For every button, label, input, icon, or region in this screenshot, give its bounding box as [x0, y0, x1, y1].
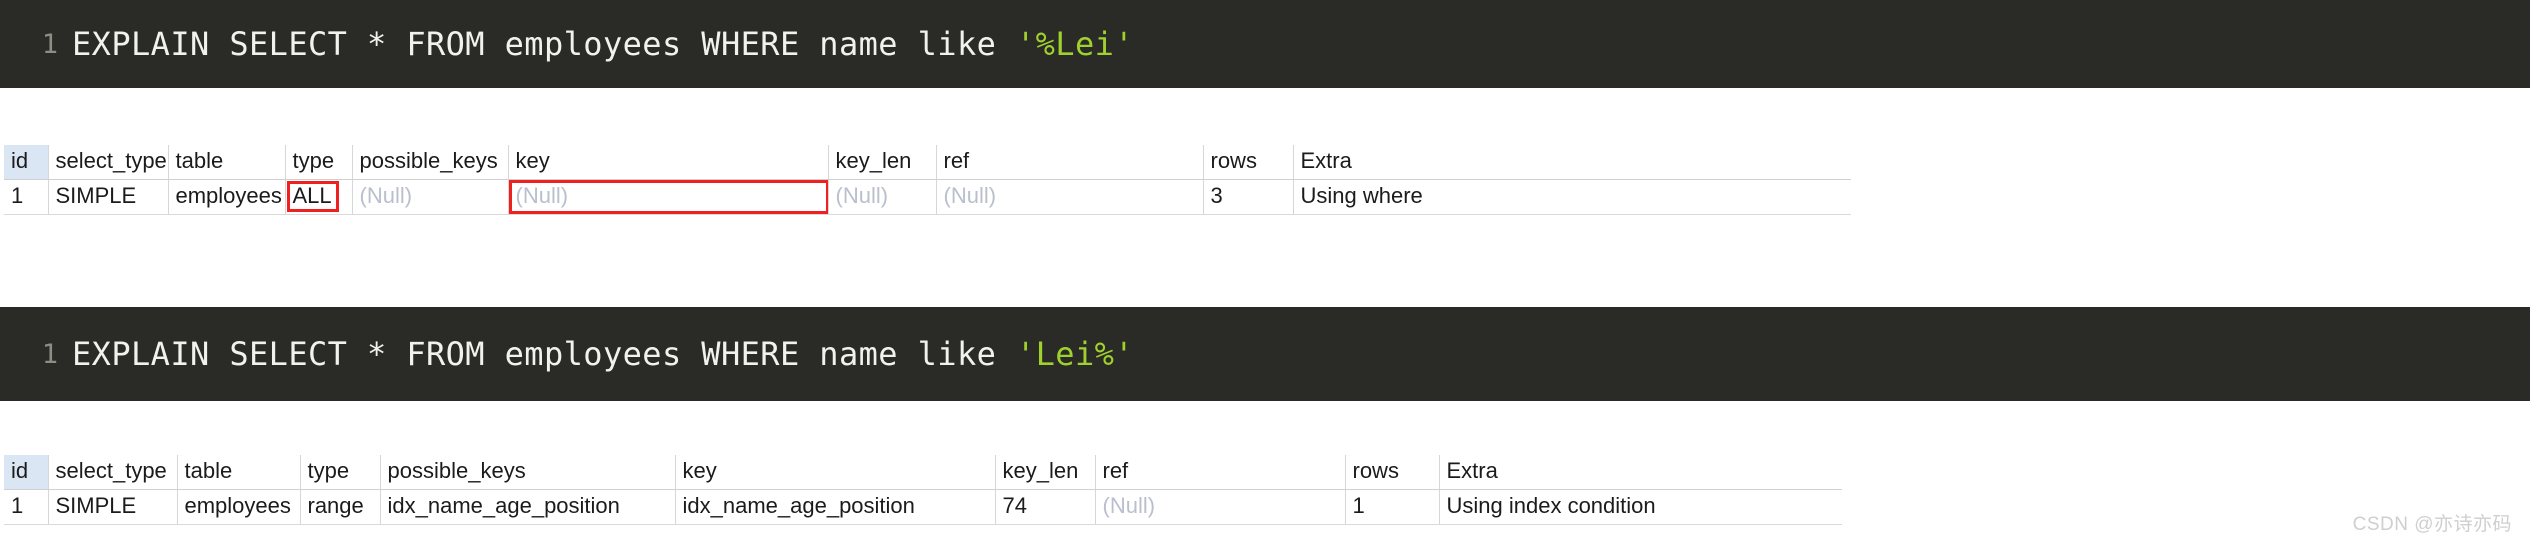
column-header-rows[interactable]: rows: [1203, 145, 1294, 180]
cell-rows[interactable]: 1: [1345, 489, 1440, 525]
column-header-key[interactable]: key: [675, 455, 996, 490]
column-header-select-type[interactable]: select_type: [48, 145, 169, 180]
column-header-possible-keys[interactable]: possible_keys: [380, 455, 676, 490]
cell-select-type[interactable]: SIMPLE: [48, 179, 169, 215]
column-header-id[interactable]: id: [4, 455, 49, 490]
sql-statement-2-keywords: EXPLAIN SELECT * FROM employees WHERE na…: [72, 335, 1016, 373]
cell-key-len[interactable]: 74: [995, 489, 1096, 525]
line-number-gutter-1: 1: [41, 28, 58, 60]
column-header-rows[interactable]: rows: [1345, 455, 1440, 490]
table-header-row: id select_type table type possible_keys …: [4, 455, 1842, 490]
column-header-key-len[interactable]: key_len: [995, 455, 1096, 490]
cell-extra[interactable]: Using index condition: [1439, 489, 1842, 525]
sql-statement-1-string-literal: '%Lei': [1015, 25, 1134, 63]
sql-code-block-1[interactable]: 1 EXPLAIN SELECT * FROM employees WHERE …: [0, 0, 2530, 88]
cell-key-text: (Null): [515, 183, 569, 208]
cell-table[interactable]: employees: [168, 179, 286, 215]
cell-type[interactable]: range: [300, 489, 381, 525]
sql-statement-2-string-literal: 'Lei%': [1015, 335, 1134, 373]
sql-statement-2[interactable]: EXPLAIN SELECT * FROM employees WHERE na…: [72, 335, 1134, 373]
column-header-ref[interactable]: ref: [936, 145, 1204, 180]
sql-statement-1-keywords: EXPLAIN SELECT * FROM employees WHERE na…: [72, 25, 1016, 63]
sql-statement-1[interactable]: EXPLAIN SELECT * FROM employees WHERE na…: [72, 25, 1134, 63]
type-value-highlight: ALL: [286, 181, 339, 212]
line-number-gutter-2: 1: [41, 338, 58, 370]
explain-result-table-2[interactable]: id select_type table type possible_keys …: [4, 455, 1842, 525]
cell-possible-keys[interactable]: (Null): [352, 179, 509, 215]
sql-code-block-2[interactable]: 1 EXPLAIN SELECT * FROM employees WHERE …: [0, 307, 2530, 401]
column-header-key[interactable]: key: [508, 145, 829, 180]
column-header-type[interactable]: type: [285, 145, 353, 180]
cell-key-len[interactable]: (Null): [828, 179, 937, 215]
cell-select-type[interactable]: SIMPLE: [48, 489, 178, 525]
column-header-extra[interactable]: Extra: [1293, 145, 1851, 180]
column-header-type[interactable]: type: [300, 455, 381, 490]
cell-table[interactable]: employees: [177, 489, 301, 525]
cell-id[interactable]: 1: [4, 179, 49, 215]
cell-id[interactable]: 1: [4, 489, 49, 525]
cell-ref[interactable]: (Null): [936, 179, 1204, 215]
csdn-watermark: CSDN @亦诗亦码: [2352, 514, 2512, 535]
cell-rows[interactable]: 3: [1203, 179, 1294, 215]
column-header-ref[interactable]: ref: [1095, 455, 1346, 490]
table-row[interactable]: 1 SIMPLE employees ALL (Null) (Null) (Nu…: [4, 179, 1851, 215]
column-header-select-type[interactable]: select_type: [48, 455, 178, 490]
column-header-table[interactable]: table: [168, 145, 286, 180]
cell-key[interactable]: (Null): [508, 179, 829, 215]
explain-result-table-1[interactable]: id select_type table type possible_keys …: [4, 145, 1851, 215]
table-header-row: id select_type table type possible_keys …: [4, 145, 1851, 180]
cell-type[interactable]: ALL: [285, 179, 353, 215]
column-header-table[interactable]: table: [177, 455, 301, 490]
column-header-possible-keys[interactable]: possible_keys: [352, 145, 509, 180]
column-header-id[interactable]: id: [4, 145, 49, 180]
table-row[interactable]: 1 SIMPLE employees range idx_name_age_po…: [4, 489, 1842, 525]
cell-extra[interactable]: Using where: [1293, 179, 1851, 215]
cell-ref[interactable]: (Null): [1095, 489, 1346, 525]
cell-key[interactable]: idx_name_age_position: [675, 489, 996, 525]
cell-possible-keys[interactable]: idx_name_age_position: [380, 489, 676, 525]
column-header-key-len[interactable]: key_len: [828, 145, 937, 180]
column-header-extra[interactable]: Extra: [1439, 455, 1842, 490]
